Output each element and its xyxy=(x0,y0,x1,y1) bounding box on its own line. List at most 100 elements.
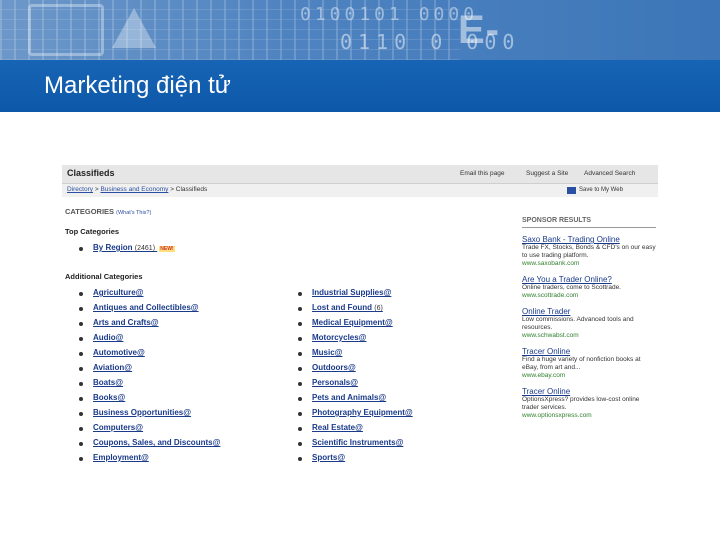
category-link[interactable]: Photography Equipment@ xyxy=(312,408,413,417)
list-item[interactable]: Scientific Instruments@ xyxy=(298,438,413,453)
list-item[interactable]: Outdoors@ xyxy=(298,363,413,378)
sponsored-ad: Tracer Online OptionsXpress? provides lo… xyxy=(522,387,656,420)
list-item[interactable]: Employment@ xyxy=(79,453,220,468)
shopping-cart-icon xyxy=(28,4,104,56)
sponsored-ad: Are You a Trader Online? Online traders,… xyxy=(522,275,656,300)
list-item[interactable]: Arts and Crafts@ xyxy=(79,318,220,333)
categories-header: CATEGORIES (What's This?) xyxy=(65,207,151,216)
category-link[interactable]: Books@ xyxy=(93,393,125,402)
additional-categories-left: Agriculture@ Antiques and Collectibles@ … xyxy=(79,288,220,468)
ad-url[interactable]: www.optionsxpress.com xyxy=(522,412,656,420)
page-title: Classifieds xyxy=(67,168,115,178)
category-link[interactable]: Music@ xyxy=(312,348,342,357)
category-link[interactable]: Business Opportunities@ xyxy=(93,408,191,417)
category-link[interactable]: Agriculture@ xyxy=(93,288,143,297)
list-item[interactable]: By Region (2461) NEW! xyxy=(79,243,175,258)
ad-description: Trade FX, Stocks, Bonds & CFD's on our e… xyxy=(522,244,656,259)
category-link[interactable]: Outdoors@ xyxy=(312,363,356,372)
list-item[interactable]: Automotive@ xyxy=(79,348,220,363)
list-item[interactable]: Coupons, Sales, and Discounts@ xyxy=(79,438,220,453)
category-link[interactable]: Arts and Crafts@ xyxy=(93,318,159,327)
list-item[interactable]: Pets and Animals@ xyxy=(298,393,413,408)
sponsor-results: SPONSOR RESULTS Saxo Bank - Trading Onli… xyxy=(522,217,656,420)
slide-title: Marketing điện tử xyxy=(44,72,231,99)
list-item[interactable]: Medical Equipment@ xyxy=(298,318,413,333)
list-item[interactable]: Agriculture@ xyxy=(79,288,220,303)
list-item[interactable]: Business Opportunities@ xyxy=(79,408,220,423)
category-link[interactable]: Industrial Supplies@ xyxy=(312,288,391,297)
banner-graphic: 0100101 0000 0110 0 000 E-COMMERCE xyxy=(0,0,720,60)
category-link[interactable]: Motorcycles@ xyxy=(312,333,366,342)
category-link[interactable]: Sports@ xyxy=(312,453,345,462)
page-toolbar: Classifieds Email this page Suggest a Si… xyxy=(62,165,658,184)
list-item[interactable]: Books@ xyxy=(79,393,220,408)
breadcrumb-separator: > xyxy=(94,186,99,193)
list-item[interactable]: Lost and Found (6) xyxy=(298,303,413,318)
category-count: (6) xyxy=(374,305,383,312)
additional-categories-right: Industrial Supplies@ Lost and Found (6) … xyxy=(298,288,413,468)
category-link[interactable]: Computers@ xyxy=(93,423,143,432)
breadcrumb: Directory > Business and Economy > Class… xyxy=(62,184,658,197)
category-link[interactable]: Pets and Animals@ xyxy=(312,393,386,402)
sponsor-heading: SPONSOR RESULTS xyxy=(522,217,656,228)
ad-description: Low commissions. Advanced tools and reso… xyxy=(522,316,634,331)
ad-url[interactable]: www.saxobank.com xyxy=(522,260,656,268)
category-link[interactable]: Aviation@ xyxy=(93,363,132,372)
category-link[interactable]: Coupons, Sales, and Discounts@ xyxy=(93,438,220,447)
categories-label: CATEGORIES xyxy=(65,207,115,216)
ad-url[interactable]: www.scottrade.com xyxy=(522,292,656,300)
classifieds-screenshot: Classifieds Email this page Suggest a Si… xyxy=(62,165,658,470)
ad-title-link[interactable]: Saxo Bank - Trading Online xyxy=(522,235,656,244)
ad-description: Find a huge variety of nonfiction books … xyxy=(522,356,641,371)
breadcrumb-business[interactable]: Business and Economy xyxy=(100,186,168,193)
banner-ecommerce-text: E-COMMERCE xyxy=(458,8,703,60)
category-link[interactable]: Boats@ xyxy=(93,378,123,387)
breadcrumb-current: Classifieds xyxy=(175,186,208,193)
additional-categories-heading: Additional Categories xyxy=(65,272,143,281)
list-item[interactable]: Aviation@ xyxy=(79,363,220,378)
category-link[interactable]: Antiques and Collectibles@ xyxy=(93,303,199,312)
top-categories-list: By Region (2461) NEW! xyxy=(79,243,175,258)
ad-title-link[interactable]: Online Trader xyxy=(522,307,656,316)
ad-url[interactable]: www.schwabst.com xyxy=(522,332,656,340)
list-item[interactable]: Sports@ xyxy=(298,453,413,468)
header-banner: 0100101 0000 0110 0 000 E-COMMERCE Marke… xyxy=(0,0,720,112)
category-link[interactable]: Personals@ xyxy=(312,378,358,387)
ad-title-link[interactable]: Tracer Online xyxy=(522,387,656,396)
save-label: Save to My Web xyxy=(579,187,623,193)
list-item[interactable]: Antiques and Collectibles@ xyxy=(79,303,220,318)
breadcrumb-directory[interactable]: Directory xyxy=(67,186,93,193)
list-item[interactable]: Music@ xyxy=(298,348,413,363)
email-page-link[interactable]: Email this page xyxy=(460,170,504,177)
advanced-search-link[interactable]: Advanced Search xyxy=(584,170,635,177)
category-link[interactable]: Real Estate@ xyxy=(312,423,363,432)
top-categories-heading: Top Categories xyxy=(65,227,120,236)
save-to-my-web-button[interactable]: Save to My Web xyxy=(567,185,623,195)
list-item[interactable]: Computers@ xyxy=(79,423,220,438)
ad-description: Online traders, come to Scottrade. xyxy=(522,284,621,291)
category-link[interactable]: Lost and Found xyxy=(312,303,372,312)
list-item[interactable]: Boats@ xyxy=(79,378,220,393)
list-item[interactable]: Real Estate@ xyxy=(298,423,413,438)
save-icon xyxy=(567,186,576,194)
suggest-site-link[interactable]: Suggest a Site xyxy=(526,170,568,177)
ad-url[interactable]: www.ebay.com xyxy=(522,372,656,380)
list-item[interactable]: Photography Equipment@ xyxy=(298,408,413,423)
category-link[interactable]: Employment@ xyxy=(93,453,149,462)
ad-title-link[interactable]: Are You a Trader Online? xyxy=(522,275,656,284)
ad-description: OptionsXpress? provides low-cost online … xyxy=(522,396,640,411)
list-item[interactable]: Industrial Supplies@ xyxy=(298,288,413,303)
banner-digits: 0100101 0000 xyxy=(300,4,479,25)
sponsored-ad: Tracer Online Find a huge variety of non… xyxy=(522,347,656,380)
category-link[interactable]: By Region xyxy=(93,243,133,252)
list-item[interactable]: Motorcycles@ xyxy=(298,333,413,348)
category-link[interactable]: Medical Equipment@ xyxy=(312,318,393,327)
category-link[interactable]: Audio@ xyxy=(93,333,123,342)
cursor-icon xyxy=(112,8,156,48)
ad-title-link[interactable]: Tracer Online xyxy=(522,347,656,356)
list-item[interactable]: Personals@ xyxy=(298,378,413,393)
whats-this-link[interactable]: (What's This?) xyxy=(116,210,151,216)
category-link[interactable]: Automotive@ xyxy=(93,348,145,357)
category-link[interactable]: Scientific Instruments@ xyxy=(312,438,403,447)
list-item[interactable]: Audio@ xyxy=(79,333,220,348)
